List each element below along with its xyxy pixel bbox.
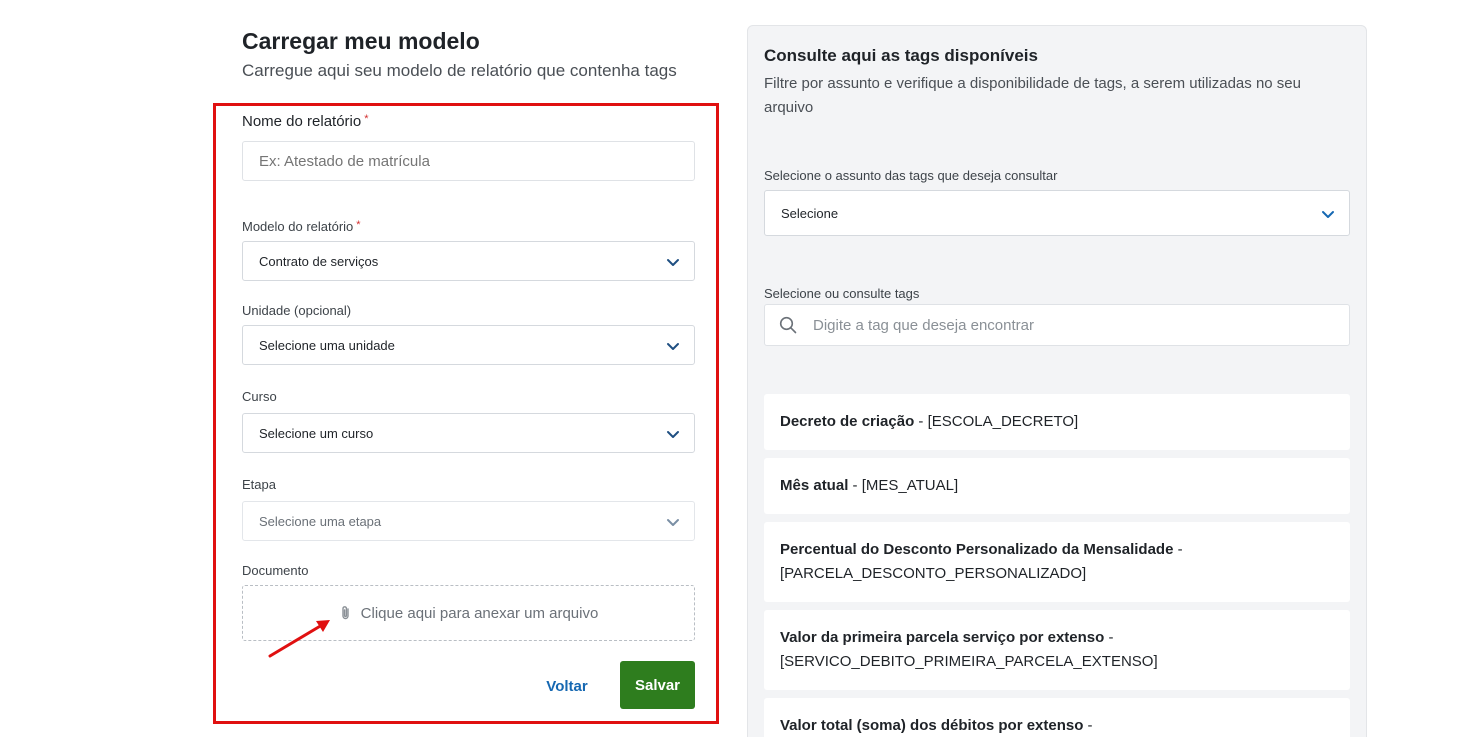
tag-code: [MES_ATUAL] xyxy=(861,477,959,494)
tag-separator: - xyxy=(848,477,862,494)
tag-item[interactable]: Valor total (soma) dos débitos por exten… xyxy=(764,698,1350,737)
report-model-select[interactable]: Contrato de serviços xyxy=(242,241,695,281)
page-title: Carregar meu modelo xyxy=(242,28,480,54)
tag-search-placeholder: Digite a tag que deseja encontrar xyxy=(813,316,1034,334)
chevron-down-icon xyxy=(666,427,680,441)
tag-name: Percentual do Desconto Personalizado da … xyxy=(780,541,1174,558)
save-button[interactable]: Salvar xyxy=(620,661,695,709)
unit-value: Selecione uma unidade xyxy=(259,337,395,353)
report-model-value: Contrato de serviços xyxy=(259,253,379,269)
chevron-down-icon xyxy=(1321,207,1335,221)
tag-item[interactable]: Decreto de criação - [ESCOLA_DECRETO] xyxy=(764,394,1350,450)
course-select[interactable]: Selecione um curso xyxy=(242,413,695,453)
tags-panel-description: Filtre por assunto e verifique a disponi… xyxy=(764,75,1301,116)
required-mark: * xyxy=(364,113,369,125)
page-subtitle: Carregue aqui seu modelo de relatório qu… xyxy=(242,61,677,80)
tag-search-input[interactable]: Digite a tag que deseja encontrar xyxy=(764,304,1350,346)
tag-name: Decreto de criação xyxy=(780,413,915,430)
tag-item[interactable]: Mês atual - [MES_ATUAL] xyxy=(764,458,1350,514)
back-button[interactable]: Voltar xyxy=(536,672,598,700)
document-label: Documento xyxy=(242,563,309,578)
tag-separator: - xyxy=(914,413,928,430)
upload-text: Clique aqui para anexar um arquivo xyxy=(360,604,599,622)
paperclip-icon xyxy=(339,605,353,621)
report-name-input[interactable] xyxy=(242,141,695,181)
tag-separator: - xyxy=(1083,717,1093,734)
tag-item[interactable]: Percentual do Desconto Personalizado da … xyxy=(764,522,1350,602)
red-arrow-icon xyxy=(268,620,330,658)
unit-label: Unidade (opcional) xyxy=(242,303,352,318)
search-icon xyxy=(779,316,797,334)
tag-code: [ESCOLA_DECRETO] xyxy=(927,413,1079,430)
tag-item[interactable]: Valor da primeira parcela serviço por ex… xyxy=(764,610,1350,690)
tag-code: [PARCELA_DESCONTO_PERSONALIZADO] xyxy=(780,565,1087,582)
tag-separator: - xyxy=(1104,629,1114,646)
subject-label: Selecione o assunto das tags que deseja … xyxy=(764,168,1058,183)
course-value: Selecione um curso xyxy=(259,425,374,441)
stage-select[interactable]: Selecione uma etapa xyxy=(242,501,695,541)
tag-search-label: Selecione ou consulte tags xyxy=(764,286,920,301)
tag-separator: - xyxy=(1173,541,1183,558)
stage-label: Etapa xyxy=(242,477,276,492)
chevron-down-icon xyxy=(666,255,680,269)
tag-name: Mês atual xyxy=(780,477,849,494)
unit-select[interactable]: Selecione uma unidade xyxy=(242,325,695,365)
tag-name: Valor total (soma) dos débitos por exten… xyxy=(780,717,1084,734)
tag-name: Valor da primeira parcela serviço por ex… xyxy=(780,629,1105,646)
chevron-down-icon xyxy=(666,515,680,529)
subject-value: Selecione xyxy=(781,205,839,221)
chevron-down-icon xyxy=(666,339,680,353)
subject-select[interactable]: Selecione xyxy=(764,190,1350,236)
required-mark: * xyxy=(356,219,361,231)
tags-panel-title: Consulte aqui as tags disponíveis xyxy=(764,46,1038,65)
report-model-label: Modelo do relatório * xyxy=(242,219,361,234)
report-name-label: Nome do relatório * xyxy=(242,113,369,130)
tag-code: [SERVICO_DEBITO_PRIMEIRA_PARCELA_EXTENSO… xyxy=(780,653,1158,670)
stage-value: Selecione uma etapa xyxy=(259,513,382,529)
course-label: Curso xyxy=(242,389,277,404)
